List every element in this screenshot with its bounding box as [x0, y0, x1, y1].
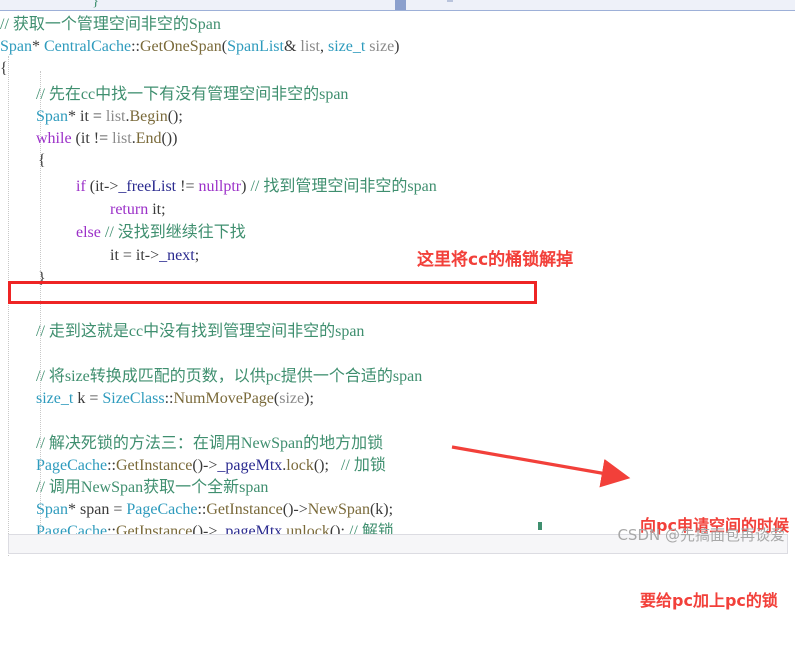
- code-line[interactable]: // 将size转换成匹配的页数，以供pc提供一个合适的span: [0, 366, 422, 388]
- code-line[interactable]: Span* span = PageCache::GetInstance()->N…: [0, 499, 393, 521]
- code-line[interactable]: PageCache::GetInstance()->_pageMtx.lock(…: [0, 455, 386, 477]
- code-token: PageCache: [36, 457, 108, 474]
- code-line[interactable]: // 走到这就是cc中没有找到管理空间非空的span: [0, 321, 364, 343]
- code-token: Span: [0, 38, 32, 55]
- code-token: NewSpan: [307, 501, 370, 518]
- code-token: (k);: [369, 501, 394, 518]
- code-token: ();: [167, 108, 183, 125]
- code-token: End: [135, 130, 162, 147]
- code-line[interactable]: {: [0, 150, 46, 172]
- code-token: Span: [36, 501, 68, 518]
- code-token: PageCache: [126, 501, 198, 518]
- code-line[interactable]: // 解决死锁的方法三：在调用NewSpan的地方加锁: [0, 433, 383, 455]
- code-token: k =: [73, 390, 103, 407]
- code-token: {: [38, 152, 46, 169]
- code-line[interactable]: while (it != list.End()): [0, 128, 177, 150]
- code-token: Begin: [129, 108, 168, 125]
- code-line[interactable]: // 调用NewSpan获取一个全新span: [0, 477, 268, 499]
- code-token: // 加锁: [340, 457, 386, 474]
- code-token: ;: [194, 247, 200, 264]
- code-line[interactable]: it = it->_next;: [0, 245, 199, 267]
- green-artifact-mark: [538, 522, 542, 530]
- code-token: _pageMtx: [217, 457, 283, 474]
- code-line[interactable]: }: [0, 268, 46, 290]
- code-token: * it =: [68, 108, 106, 125]
- code-token: ()->: [282, 501, 308, 518]
- code-line[interactable]: // 获取一个管理空间非空的Span: [0, 14, 221, 36]
- code-token: size_t: [327, 38, 366, 55]
- code-token: ): [394, 38, 400, 55]
- code-token: _freeList: [118, 178, 177, 195]
- editor-top-scroll-strip: }: [0, 0, 795, 11]
- code-token: ,: [319, 38, 328, 55]
- code-token: return: [110, 201, 149, 218]
- code-token: // 将size转换成匹配的页数，以供pc提供一个合适的span: [36, 368, 423, 385]
- code-line[interactable]: size_t k = SizeClass::NumMovePage(size);: [0, 388, 314, 410]
- code-token: (it->: [85, 178, 119, 195]
- code-token: size_t: [36, 390, 74, 407]
- code-token: ();: [313, 457, 341, 474]
- annotation-pc-lock-line2: 要给pc加上pc的锁: [640, 591, 778, 610]
- code-token: size: [369, 38, 395, 55]
- code-token: Span: [36, 108, 68, 125]
- code-line[interactable]: return it;: [0, 199, 166, 221]
- code-line[interactable]: Span* CentralCache::GetOneSpan(SpanList&…: [0, 36, 400, 58]
- code-token: else: [76, 224, 101, 241]
- code-token: // 调用NewSpan获取一个全新span: [36, 479, 269, 496]
- code-token: // 获取一个管理空间非空的Span: [0, 16, 221, 33]
- csdn-watermark: CSDN @先搞面包再谈爱: [617, 526, 785, 544]
- code-token: GetInstance: [115, 457, 193, 474]
- code-token: list: [112, 130, 132, 147]
- code-line[interactable]: {: [0, 58, 8, 80]
- code-token: // 解决死锁的方法三：在调用NewSpan的地方加锁: [36, 435, 384, 452]
- code-token: {: [0, 60, 8, 77]
- code-token: if: [76, 178, 86, 195]
- code-token: !=: [176, 178, 199, 195]
- code-token: SizeClass: [102, 390, 165, 407]
- code-token: * span =: [68, 501, 127, 518]
- code-token: lock: [286, 457, 314, 474]
- code-token: it = it->: [110, 247, 160, 264]
- code-token: }: [38, 270, 46, 287]
- code-line[interactable]: // 先在cc中找一下有没有管理空间非空的span: [0, 84, 348, 106]
- strip-dot-marker: [447, 0, 453, 2]
- code-token: nullptr: [198, 178, 242, 195]
- partial-previous-line-glyph: }: [92, 0, 100, 9]
- code-token: ()): [161, 130, 178, 147]
- vertical-scroll-thumb[interactable]: [395, 0, 406, 10]
- code-token: list: [105, 108, 126, 125]
- code-line[interactable]: if (it->_freeList != nullptr) // 找到管理空间非…: [0, 176, 437, 198]
- code-token: SpanList: [227, 38, 284, 55]
- code-token: // 没找到继续往下找: [104, 224, 246, 241]
- code-line[interactable]: else // 没找到继续往下找: [0, 222, 246, 244]
- code-token: GetInstance: [206, 501, 283, 518]
- code-token: list: [300, 38, 320, 55]
- code-token: *: [32, 38, 44, 55]
- code-token: (it !=: [71, 130, 113, 147]
- code-token: _next: [159, 247, 195, 264]
- code-token: it;: [148, 201, 166, 218]
- code-token: // 走到这就是cc中没有找到管理空间非空的span: [36, 323, 365, 340]
- code-token: CentralCache: [44, 38, 132, 55]
- code-token: size: [279, 390, 305, 407]
- code-token: while: [36, 130, 72, 147]
- code-editor-surface[interactable]: // 获取一个管理空间非空的Span Span* CentralCache::Ge…: [0, 11, 795, 559]
- code-token: GetOneSpan: [139, 38, 222, 55]
- code-token: &: [283, 38, 301, 55]
- code-token: ()->: [192, 457, 218, 474]
- code-line[interactable]: Span* it = list.Begin();: [0, 106, 183, 128]
- code-token: // 先在cc中找一下有没有管理空间非空的span: [36, 86, 349, 103]
- code-token: );: [304, 390, 314, 407]
- code-token: ::: [197, 501, 207, 518]
- code-token: ::: [131, 38, 140, 55]
- code-token: // 找到管理空间非空的span: [250, 178, 437, 195]
- code-token: NumMovePage: [173, 390, 274, 407]
- code-token: ::: [107, 457, 116, 474]
